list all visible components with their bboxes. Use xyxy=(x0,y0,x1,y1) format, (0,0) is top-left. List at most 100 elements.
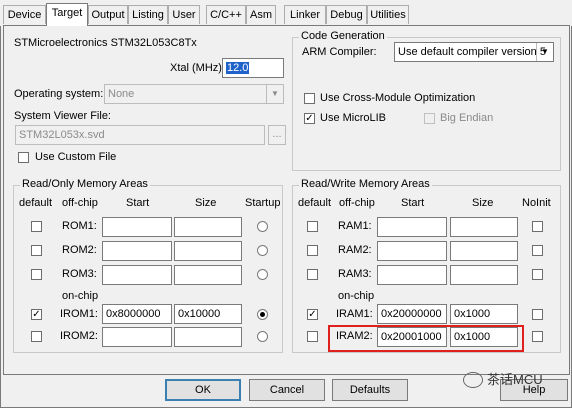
custom-file-label: Use Custom File xyxy=(35,151,117,163)
irom2-start-input[interactable] xyxy=(102,327,172,347)
big-endian-label: Big Endian xyxy=(440,112,494,124)
ro-onchip-label: on-chip xyxy=(62,290,99,302)
rom3-label: ROM3: xyxy=(62,268,97,280)
iram1-noinit-checkbox[interactable] xyxy=(532,309,543,320)
device-name: STMicroelectronics STM32L053C8Tx xyxy=(14,37,197,49)
ram1-default-checkbox[interactable] xyxy=(307,221,318,232)
svf-browse-button[interactable]: ... xyxy=(268,125,286,145)
rom1-label: ROM1: xyxy=(62,220,97,232)
ram3-start-input[interactable] xyxy=(377,265,447,285)
tab-listing[interactable]: Listing xyxy=(128,5,168,24)
rom3-start-input[interactable] xyxy=(102,265,172,285)
irom1-startup-radio[interactable] xyxy=(257,309,268,320)
tab-c-cpp[interactable]: C/C++ xyxy=(206,5,246,24)
rom3-default-checkbox[interactable] xyxy=(31,269,42,280)
rom2-default-checkbox[interactable] xyxy=(31,245,42,256)
compiler-label: ARM Compiler: xyxy=(302,46,377,58)
irom1-size-input[interactable]: 0x10000 xyxy=(174,304,242,324)
irom1-default-checkbox[interactable]: ✓ xyxy=(31,309,42,320)
ram3-noinit-checkbox[interactable] xyxy=(532,269,543,280)
rom1-start-input[interactable] xyxy=(102,217,172,237)
xtal-input[interactable]: 12.0 xyxy=(222,58,284,78)
compiler-select[interactable]: Use default compiler version 5 ▼ xyxy=(394,42,554,62)
rw-header-size: Size xyxy=(472,197,494,209)
os-select[interactable]: None ▼ xyxy=(104,84,284,104)
ram1-start-input[interactable] xyxy=(377,217,447,237)
ram2-size-input[interactable] xyxy=(450,241,518,261)
custom-file-checkbox[interactable] xyxy=(18,152,29,163)
ram2-start-input[interactable] xyxy=(377,241,447,261)
rom1-size-input[interactable] xyxy=(174,217,242,237)
iram2-default-checkbox[interactable] xyxy=(307,331,318,342)
defaults-button[interactable]: Defaults xyxy=(332,379,408,401)
ram2-default-checkbox[interactable] xyxy=(307,245,318,256)
xtal-value: 12.0 xyxy=(226,62,250,74)
ro-header-startup: Startup xyxy=(245,197,281,209)
tab-utilities[interactable]: Utilities xyxy=(367,5,409,24)
cross-module-label: Use Cross-Module Optimization xyxy=(320,92,476,104)
rom3-startup-radio[interactable] xyxy=(257,269,268,280)
rom2-label: ROM2: xyxy=(62,244,97,256)
cross-module-checkbox[interactable] xyxy=(304,93,315,104)
tab-output[interactable]: Output xyxy=(88,5,128,24)
irom2-startup-radio[interactable] xyxy=(257,331,268,342)
ro-header-size: Size xyxy=(195,197,217,209)
rom1-default-checkbox[interactable] xyxy=(31,221,42,232)
iram1-size-input[interactable]: 0x1000 xyxy=(450,304,518,324)
ram2-noinit-checkbox[interactable] xyxy=(532,245,543,256)
ram1-size-input[interactable] xyxy=(450,217,518,237)
rw-header-start: Start xyxy=(401,197,425,209)
rom2-start-input[interactable] xyxy=(102,241,172,261)
ro-header-offchip: off-chip xyxy=(62,197,98,209)
chat-bubble-icon xyxy=(463,371,483,388)
tab-target[interactable]: Target xyxy=(46,3,88,26)
iram1-label: IRAM1: xyxy=(336,308,373,320)
rw-header-noinit: NoInit xyxy=(522,197,551,209)
watermark: 茶话MCU xyxy=(463,369,569,391)
microlib-label: Use MicroLIB xyxy=(320,112,387,124)
tab-user[interactable]: User xyxy=(168,5,200,24)
ro-memory-title: Read/Only Memory Areas xyxy=(20,178,150,190)
ro-header-default: default xyxy=(19,197,53,209)
ram3-size-input[interactable] xyxy=(450,265,518,285)
ok-button[interactable]: OK xyxy=(165,379,241,401)
tab-linker[interactable]: Linker xyxy=(284,5,326,24)
svf-label: System Viewer File: xyxy=(14,110,111,122)
rom3-size-input[interactable] xyxy=(174,265,242,285)
rw-onchip-label: on-chip xyxy=(338,290,375,302)
big-endian-checkbox[interactable] xyxy=(424,113,435,124)
tab-asm[interactable]: Asm xyxy=(246,5,276,24)
iram2-noinit-checkbox[interactable] xyxy=(532,331,543,342)
ram1-noinit-checkbox[interactable] xyxy=(532,221,543,232)
irom2-size-input[interactable] xyxy=(174,327,242,347)
ram3-label: RAM3: xyxy=(338,268,372,280)
rw-header-default: default xyxy=(298,197,332,209)
xtal-label: Xtal (MHz): xyxy=(170,62,225,74)
rom2-size-input[interactable] xyxy=(174,241,242,261)
iram1-start-input[interactable]: 0x20000000 xyxy=(377,304,447,324)
chevron-down-icon: ▼ xyxy=(536,43,553,61)
rw-memory-title: Read/Write Memory Areas xyxy=(299,178,432,190)
tab-debug[interactable]: Debug xyxy=(326,5,367,24)
ro-header-start: Start xyxy=(126,197,150,209)
ram1-label: RAM1: xyxy=(338,220,372,232)
irom1-label: IROM1: xyxy=(60,308,98,320)
irom2-default-checkbox[interactable] xyxy=(31,331,42,342)
tab-device[interactable]: Device xyxy=(3,5,46,24)
irom1-start-input[interactable]: 0x8000000 xyxy=(102,304,172,324)
iram1-default-checkbox[interactable]: ✓ xyxy=(307,309,318,320)
code-generation-title: Code Generation xyxy=(299,30,387,42)
iram2-highlight-box xyxy=(328,325,524,352)
os-value: None xyxy=(108,88,135,100)
tab-bar: Device Target Output Listing User C/C++ … xyxy=(0,0,572,26)
irom2-label: IROM2: xyxy=(60,330,98,342)
microlib-checkbox[interactable]: ✓ xyxy=(304,113,315,124)
chevron-down-icon: ▼ xyxy=(266,85,283,103)
rom2-startup-radio[interactable] xyxy=(257,245,268,256)
ram3-default-checkbox[interactable] xyxy=(307,269,318,280)
rom1-startup-radio[interactable] xyxy=(257,221,268,232)
watermark-text: 茶话MCU xyxy=(487,372,543,387)
rw-header-offchip: off-chip xyxy=(339,197,375,209)
cancel-button[interactable]: Cancel xyxy=(249,379,325,401)
svf-input[interactable]: STM32L053x.svd xyxy=(15,125,265,145)
